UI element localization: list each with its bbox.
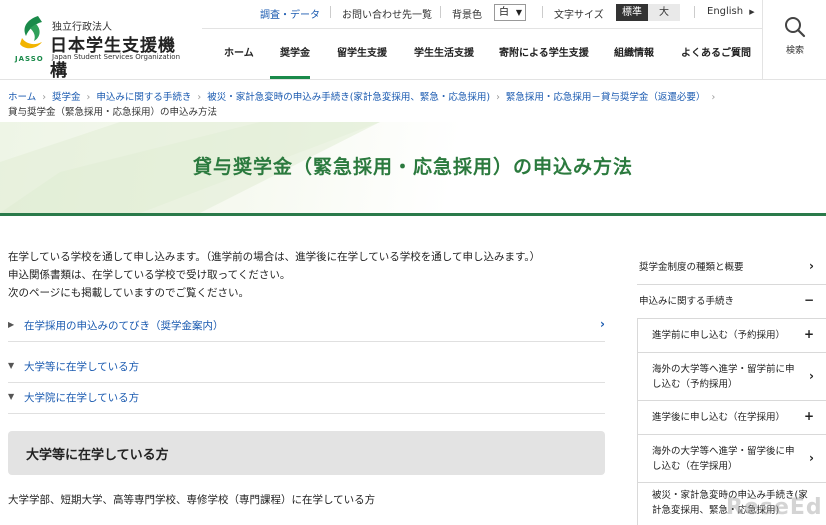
breadcrumb-separator: ›: [496, 92, 500, 103]
contact-link[interactable]: お問い合わせ先一覧: [342, 6, 432, 21]
logo-english: Japan Student Services Organization: [52, 53, 181, 61]
breadcrumb-current: 貸与奨学金（緊急採用・応急採用）の申込み方法: [8, 107, 218, 118]
chevron-right-icon: ›: [809, 259, 814, 273]
sidebar-item-label: 海外の大学等へ進学・留学前に申し込む（予約採用）: [652, 364, 795, 390]
sidebar-item-label: 海外の大学等へ進学・留学後に申し込む（在学採用）: [652, 446, 795, 472]
sidebar-item-procedures[interactable]: 申込みに関する手続き −: [637, 285, 826, 319]
accordion-label: 大学等に在学している方: [24, 361, 140, 373]
research-link[interactable]: 調査・データ: [260, 6, 320, 21]
gnav-home[interactable]: ホーム: [224, 44, 254, 59]
search-label: 検索: [785, 46, 804, 56]
chevron-down-icon: ▼: [515, 8, 522, 17]
caret-right-icon: ▶: [8, 320, 15, 329]
section-text: 大学学部、短期大学、高等専門学校、専修学校（専門課程）に在学している方: [8, 494, 376, 506]
sidebar-item-enrolled[interactable]: 進学後に申し込む（在学採用） +: [637, 401, 826, 435]
gnav-organization[interactable]: 組織情報: [614, 44, 654, 59]
search-icon: [785, 17, 806, 38]
breadcrumb-procedures[interactable]: 申込みに関する手続き: [96, 92, 191, 103]
intro-text: 在学している学校を通して申し込みます。（進学前の場合は、進学後に在学している学校…: [8, 248, 606, 302]
intro-line: 申込関係書類は、在学している学校で受け取ってください。: [8, 269, 291, 281]
utility-divider: [440, 6, 441, 18]
gnav-student-life[interactable]: 学生生活支援: [414, 44, 474, 59]
font-size-standard-button[interactable]: 標準: [616, 4, 648, 21]
bg-color-value: 白: [499, 7, 509, 18]
accordion-label: 在学採用の申込みのてびき（奨学金案内）: [24, 320, 224, 332]
gnav-donation[interactable]: 寄附による学生支援: [499, 44, 589, 59]
breadcrumb-separator: ›: [197, 92, 202, 103]
breadcrumb-disaster[interactable]: 被災・家計急変時の申込み手続き(家計急変採用、緊急・応急採用): [207, 92, 490, 103]
sidebar-item-overseas-before[interactable]: 海外の大学等へ進学・留学前に申し込む（予約採用） ›: [637, 353, 826, 401]
accordion-label: 大学院に在学している方: [24, 392, 140, 404]
chevron-right-icon: ›: [600, 317, 605, 331]
breadcrumb: ホーム › 奨学金 › 申込みに関する手続き › 被災・家計急変時の申込み手続き(家計急変採…: [8, 90, 818, 120]
jasso-logo-icon: [20, 16, 42, 49]
main-content: 在学している学校を通して申し込みます。（進学前の場合は、進学後に在学している学校…: [8, 248, 606, 506]
breadcrumb-home[interactable]: ホーム: [8, 92, 36, 103]
accordion-university[interactable]: ▼ 大学等に在学している方: [8, 352, 605, 383]
plus-icon: +: [803, 327, 814, 341]
page-title: 貸与奨学金（緊急採用・応急採用）の申込み方法: [192, 156, 633, 178]
language-link[interactable]: English ▶: [707, 6, 755, 17]
minus-icon: −: [803, 293, 814, 307]
logo-mark-text: JASSO: [15, 55, 44, 63]
gnav-faq[interactable]: よくあるご質問: [681, 44, 751, 59]
breadcrumb-separator: ›: [711, 92, 716, 103]
font-size-large-button[interactable]: 大: [648, 4, 680, 21]
caret-down-icon: ▼: [8, 361, 15, 370]
watermark-logo: ReseEd: [726, 495, 823, 520]
caret-right-icon: ▶: [749, 8, 755, 16]
utility-divider: [542, 6, 543, 18]
site-header: JASSO 独立行政法人 日本学生支援機構 Japan Student Serv…: [0, 0, 826, 81]
sidebar-item-overview[interactable]: 奨学金制度の種類と概要 ›: [637, 250, 826, 285]
gnav-scholarship[interactable]: 奨学金: [280, 44, 310, 59]
utility-divider: [330, 6, 331, 18]
gnav-active-indicator: [270, 76, 310, 79]
breadcrumb-emergency[interactable]: 緊急採用・応急採用－貸与奨学金（返還必要）: [506, 92, 706, 103]
intro-line: 在学している学校を通して申し込みます。（進学前の場合は、進学後に在学している学校…: [8, 251, 541, 263]
bg-color-select[interactable]: 白 ▼: [494, 4, 526, 21]
sidebar-item-label: 進学後に申し込む（在学採用）: [652, 412, 786, 423]
global-nav: ホーム 奨学金 留学生支援 学生生活支援 寄附による学生支援 組織情報 よくある…: [202, 28, 762, 79]
breadcrumb-scholarship[interactable]: 奨学金: [52, 92, 81, 103]
accordion-guide[interactable]: ▶ 在学採用の申込みのてびき（奨学金案内） ›: [8, 311, 605, 342]
chevron-right-icon: ›: [809, 369, 814, 383]
page-hero: 貸与奨学金（緊急採用・応急採用）の申込み方法: [0, 122, 826, 216]
utility-divider: [694, 6, 695, 18]
utility-bar: 調査・データ お問い合わせ先一覧 背景色 白 ▼ 文字サイズ 標準 大 Engl…: [202, 0, 762, 26]
breadcrumb-separator: ›: [86, 92, 91, 103]
sidebar-item-reservation[interactable]: 進学前に申し込む（予約採用） +: [637, 319, 826, 353]
font-size-label: 文字サイズ: [554, 10, 604, 21]
breadcrumb-separator: ›: [42, 92, 47, 103]
gnav-international[interactable]: 留学生支援: [337, 44, 387, 59]
chevron-right-icon: ›: [809, 451, 814, 465]
language-label: English: [707, 6, 744, 17]
caret-down-icon: ▼: [8, 392, 15, 401]
site-logo[interactable]: JASSO 独立行政法人 日本学生支援機構 Japan Student Serv…: [12, 12, 192, 81]
sidebar-item-overseas-after[interactable]: 海外の大学等へ進学・留学後に申し込む（在学採用） ›: [637, 435, 826, 483]
section-heading: 大学等に在学している方: [26, 448, 169, 463]
sidebar-item-label: 奨学金制度の種類と概要: [639, 262, 744, 273]
search-button[interactable]: 検索: [762, 0, 826, 80]
accordion-graduate[interactable]: ▼ 大学院に在学している方: [8, 383, 605, 414]
sidebar-item-label: 申込みに関する手続き: [639, 296, 735, 307]
section-heading-box: 大学等に在学している方: [8, 431, 605, 475]
plus-icon: +: [803, 409, 814, 423]
bg-color-label: 背景色: [452, 10, 482, 21]
intro-line: 次のページにも掲載していますのでご覧ください。: [8, 287, 249, 299]
sidebar-item-label: 進学前に申し込む（予約採用）: [652, 330, 786, 341]
